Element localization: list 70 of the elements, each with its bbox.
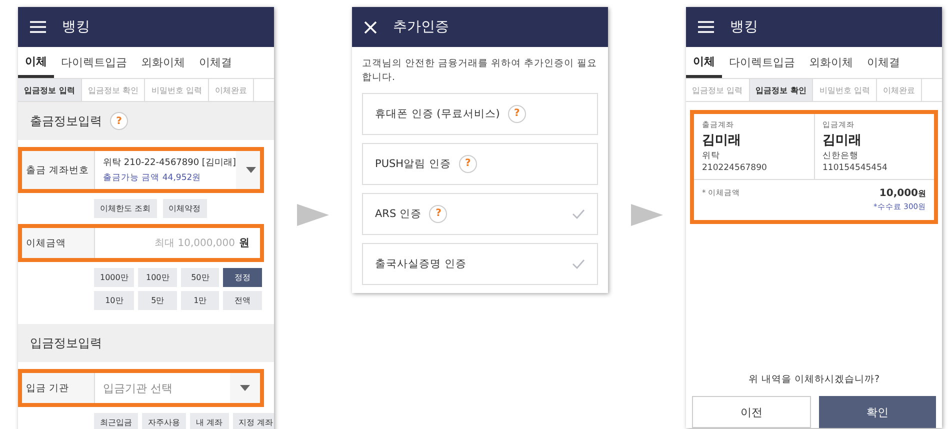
screen-title: 뱅킹 <box>730 18 758 36</box>
step-indicator: 비밀번호 입력 <box>813 79 877 101</box>
auth-option[interactable]: PUSH알림 인증 ? <box>362 142 598 185</box>
tab[interactable]: 이체결 <box>860 47 907 78</box>
bank-name: 위탁 <box>702 150 721 162</box>
amount-button[interactable]: 100만 <box>138 268 177 287</box>
tab[interactable]: 외화이체 <box>802 47 860 78</box>
screen-title: 추가인증 <box>393 18 449 36</box>
tab[interactable]: 이체결 <box>192 47 239 78</box>
account-number: 위탁 210-22-4567890 [김미래] <box>103 157 236 169</box>
tab[interactable]: 이체 <box>686 47 722 78</box>
triangle-arrow-icon <box>297 204 329 226</box>
field-label: 이체금액 <box>26 236 67 250</box>
auth-option[interactable]: 출국사실증명 인증 <box>362 242 598 285</box>
bank-select-field[interactable]: 입금기관 선택 <box>94 373 230 403</box>
step-indicator: 비밀번호 입력 <box>145 79 209 101</box>
small-button[interactable]: 이체약정 <box>162 199 207 218</box>
step-indicator: 이체완료 <box>876 79 922 101</box>
bank-select-input[interactable]: 입금기관 선택 <box>103 382 213 394</box>
amount-button[interactable]: 10만 <box>94 291 134 310</box>
bank-name: 신한은행 <box>822 150 860 162</box>
unit-label: 원 <box>239 236 250 250</box>
amount-button[interactable]: 50만 <box>180 268 220 287</box>
section-title: 입금정보입력 <box>30 334 102 352</box>
amount-button[interactable]: 1000만 <box>94 268 134 287</box>
account-holder: 김미래 <box>822 132 862 149</box>
amount-value: 10,000원 <box>879 188 926 199</box>
menu-icon[interactable] <box>30 21 46 33</box>
caret-icon <box>246 167 256 173</box>
option-label: 출국사실증명 인증 <box>375 256 466 271</box>
tab[interactable]: 다이렉트입금 <box>54 47 134 78</box>
small-button[interactable]: 최근입금 <box>94 413 138 429</box>
tab[interactable]: 다이렉트입금 <box>722 47 802 78</box>
account-field[interactable]: 출금 계좌번호 위탁 210-22-4567890 [김미래] 출금가능 금액 44,952원 <box>18 147 264 193</box>
amount-button[interactable]: 5만 <box>138 291 177 310</box>
account-number: 210224567890 <box>702 163 768 173</box>
confirm-question: 위 내역을 이체하시겠습니까? <box>747 373 881 386</box>
account-number: 110154545454 <box>822 163 888 173</box>
description-text: 고객님의 안전한 금융거래를 위하여 추가인증이 필요합니다. <box>362 57 598 85</box>
step-indicator: 입금정보 확인 <box>750 79 814 101</box>
field-label: 출금 계좌번호 <box>26 164 90 176</box>
option-label: ARS 인증 <box>375 206 422 221</box>
field-label: 입금 기관 <box>26 382 70 394</box>
close-icon[interactable] <box>364 20 377 34</box>
option-label: PUSH알림 인증 <box>375 156 451 171</box>
action-button[interactable]: 이전 <box>692 396 811 428</box>
triangle-arrow-icon <box>631 204 663 226</box>
screen-title: 뱅킹 <box>62 18 90 36</box>
action-button[interactable]: 확인 <box>819 396 936 428</box>
step-indicator: 입금정보 확인 <box>82 79 146 101</box>
available-amount: 출금가능 금액 44,952원 <box>103 172 202 184</box>
step-indicator: 입금정보 입력 <box>18 79 82 101</box>
menu-icon[interactable] <box>698 21 714 33</box>
account-holder: 김미래 <box>702 132 742 149</box>
tab[interactable]: 외화이체 <box>134 47 192 78</box>
auth-option[interactable]: ARS 인증 ? <box>362 192 598 235</box>
auth-option[interactable]: 휴대폰 인증 (무료서비스) ? <box>362 92 598 135</box>
small-button[interactable]: 내 계좌 <box>190 413 229 429</box>
amount-button[interactable]: 1만 <box>180 291 220 310</box>
caret-icon <box>240 385 250 391</box>
amount-button[interactable]: 전액 <box>223 291 262 310</box>
option-label: 휴대폰 인증 (무료서비스) <box>375 106 500 121</box>
amount-button[interactable]: 정정 <box>223 268 262 287</box>
amount-field[interactable]: 최대 10,000,000 원 <box>94 228 260 258</box>
small-button[interactable]: 이체한도 조회 <box>94 199 157 218</box>
step-indicator: 이체완료 <box>208 79 254 101</box>
section-title: 출금정보입력 <box>30 112 102 130</box>
small-button[interactable]: 지정 계좌 <box>232 413 274 429</box>
amount-input[interactable]: 최대 10,000,000 <box>125 238 235 248</box>
small-button[interactable]: 자주사용 <box>142 413 186 429</box>
